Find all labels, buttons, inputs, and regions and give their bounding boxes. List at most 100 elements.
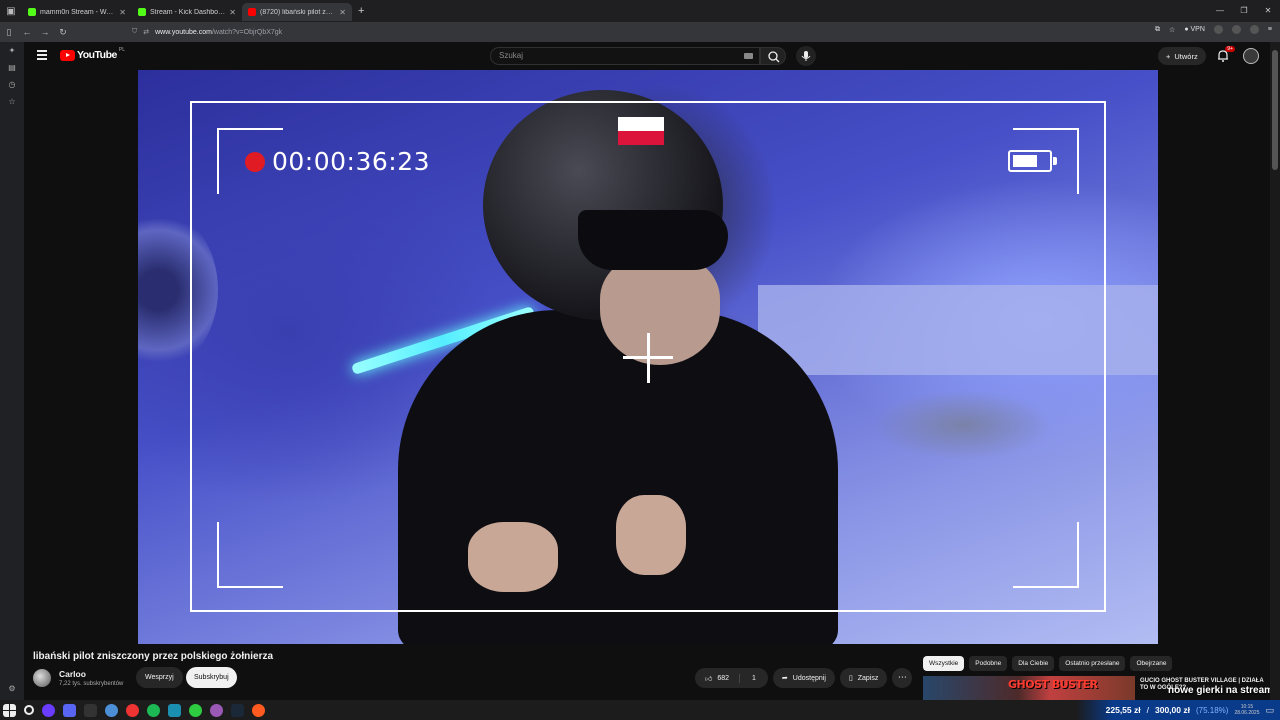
account-avatar[interactable] [1243, 48, 1259, 64]
extension-icon[interactable] [1231, 25, 1241, 34]
dislike-button[interactable]: 1 [740, 675, 768, 682]
donation-percent: (75.18%) [1195, 705, 1229, 715]
browser-extensions: ⧉ ☆ ● VPN ≡ [1155, 25, 1272, 34]
like-dislike-group: 👍︎ 682 1 [695, 668, 768, 688]
share-button[interactable]: ➦ Udostępnij [772, 668, 835, 688]
app-icon[interactable] [189, 703, 202, 717]
search-icon[interactable] [24, 705, 34, 715]
browser-app-icon[interactable] [252, 703, 265, 717]
browser-menu-icon[interactable]: ≡ [1268, 26, 1272, 33]
save-button[interactable]: ▯ Zapisz [839, 668, 888, 688]
video-actions: 👍︎ 682 1 ➦ Udostępnij ▯ Zapisz ⋯ [695, 668, 913, 688]
youtube-favicon-icon [248, 8, 256, 16]
channel-avatar[interactable] [33, 669, 51, 687]
reload-button[interactable]: ↻ [54, 27, 72, 38]
maximize-button[interactable]: ❐ [1232, 0, 1256, 22]
app-icon[interactable] [42, 703, 55, 717]
chip-all[interactable]: Wszystkie [923, 656, 965, 671]
hamburger-menu-icon[interactable] [37, 50, 47, 60]
notification-center-icon[interactable]: ▭ [1265, 705, 1274, 716]
channel-name[interactable]: Carloo [59, 669, 123, 679]
more-actions-icon[interactable]: ⋯ [892, 668, 913, 688]
donation-goal: 300,00 zł [1155, 705, 1190, 715]
battery-icon [1008, 150, 1057, 172]
extension-icon[interactable] [1249, 25, 1259, 34]
chip-similar[interactable]: Podobne [969, 656, 1008, 671]
dislike-count: 1 [752, 674, 756, 682]
thumbnail-text: GHOST BUSTER [1008, 678, 1098, 691]
subscribe-button[interactable]: Subskrybuj [186, 667, 237, 688]
channel-subscriber-count: 7,22 tys. subskrybentów [59, 681, 124, 687]
scrollbar-thumb[interactable] [1272, 50, 1278, 170]
window-controls: — ❐ ✕ [1208, 0, 1280, 22]
support-button[interactable]: Wesprzyj [136, 667, 183, 688]
kick-favicon-icon [28, 8, 36, 16]
tab-close-icon[interactable]: ✕ [339, 8, 346, 17]
minimize-button[interactable]: — [1208, 0, 1232, 22]
search-icon [768, 51, 780, 63]
crosshair-icon [623, 356, 673, 359]
tab-close-icon[interactable]: ✕ [119, 8, 126, 17]
youtube-logo[interactable]: YouTube PL [60, 47, 125, 61]
video-player[interactable]: 00:00:36:23 [138, 70, 1158, 644]
history-icon[interactable]: ◷ [0, 76, 24, 93]
back-button[interactable]: ← [18, 27, 36, 37]
chip-watched[interactable]: Obejrzane [1130, 656, 1173, 671]
app-icon[interactable] [168, 703, 181, 717]
app-icon[interactable] [210, 703, 223, 717]
tab-close-icon[interactable]: ✕ [229, 8, 236, 17]
bookmark-star-icon[interactable]: ☆ [1169, 26, 1175, 34]
like-button[interactable]: 👍︎ 682 [695, 673, 741, 683]
tab-kick-dashboard[interactable]: Stream - Kick Dashboard ✕ [132, 3, 242, 21]
settings-gear-icon[interactable]: ⚙ [0, 680, 24, 697]
create-label: Utwórz [1174, 51, 1198, 61]
steam-icon[interactable] [231, 703, 244, 717]
system-clock[interactable]: 10:15 28.06.2025 [1234, 704, 1259, 716]
viewfinder-corner [1013, 522, 1079, 588]
notifications-button[interactable]: 9+ [1216, 46, 1235, 63]
page-scrollbar[interactable] [1270, 42, 1280, 700]
battery-level [1013, 155, 1037, 167]
vpn-button[interactable]: ● VPN [1184, 26, 1205, 33]
ai-assistant-icon[interactable]: ✦ [0, 42, 24, 59]
stream-overlay-text: nowe gierki na streamie [1168, 685, 1270, 696]
extension-icon[interactable] [1213, 25, 1223, 34]
spotify-icon[interactable] [147, 703, 160, 717]
app-icon[interactable] [105, 703, 118, 717]
sidebar-toggle-icon[interactable]: ▯ [0, 27, 18, 38]
search-button[interactable] [760, 47, 786, 65]
windows-start-icon[interactable] [3, 703, 16, 717]
save-label: Zapisz [857, 674, 879, 682]
recording-dot-icon [245, 152, 265, 172]
recording-timecode: 00:00:36:23 [272, 147, 431, 176]
browser-tab-strip: ▣ mamm0n Stream - Watch L ✕ Stream - Kic… [0, 0, 1280, 22]
browser-menu-icon[interactable]: ▣ [0, 0, 22, 22]
plus-icon: + [1166, 51, 1171, 61]
chip-recently-uploaded[interactable]: Ostatnio przesłane [1059, 656, 1126, 671]
shield-icon: ⛉ [132, 28, 138, 35]
keyboard-icon[interactable] [744, 53, 753, 59]
like-count: 682 [717, 674, 730, 682]
thumbs-up-icon: 👍︎ [705, 675, 713, 683]
screenshot-icon[interactable]: ⧉ [1155, 26, 1160, 34]
url-field[interactable]: ⛉ ⇄ www.youtube.com/watch?v=ObjrQbX7gk [132, 25, 1092, 39]
wallet-icon[interactable]: ▤ [0, 59, 24, 76]
new-tab-button[interactable]: + [352, 5, 370, 17]
app-icon[interactable] [84, 703, 97, 717]
forward-button[interactable]: → [36, 27, 54, 37]
app-icon[interactable] [126, 703, 139, 717]
chip-for-you[interactable]: Dla Ciebie [1012, 656, 1055, 671]
clock-date: 28.06.2025 [1234, 710, 1260, 716]
close-window-button[interactable]: ✕ [1256, 0, 1280, 22]
favorites-icon[interactable]: ☆ [0, 93, 24, 110]
site-settings-icon[interactable]: ⇄ [143, 28, 149, 36]
recommendation-chips: Wszystkie Podobne Dla Ciebie Ostatnio pr… [923, 656, 1173, 671]
voice-search-button[interactable] [796, 46, 816, 66]
app-icon[interactable] [63, 703, 76, 717]
search-input[interactable]: Szukaj [490, 47, 760, 65]
create-button[interactable]: + Utwórz [1158, 47, 1206, 65]
tab-youtube-video[interactable]: (8720) libański pilot zniszcz ✕ [242, 3, 352, 21]
system-tray: 225,55 zł / 300,00 zł (75.18%) 10:15 28.… [1075, 700, 1280, 720]
tab-kick-mammon[interactable]: mamm0n Stream - Watch L ✕ [22, 3, 132, 21]
recommended-video-thumbnail[interactable]: GHOST BUSTER [923, 676, 1135, 700]
